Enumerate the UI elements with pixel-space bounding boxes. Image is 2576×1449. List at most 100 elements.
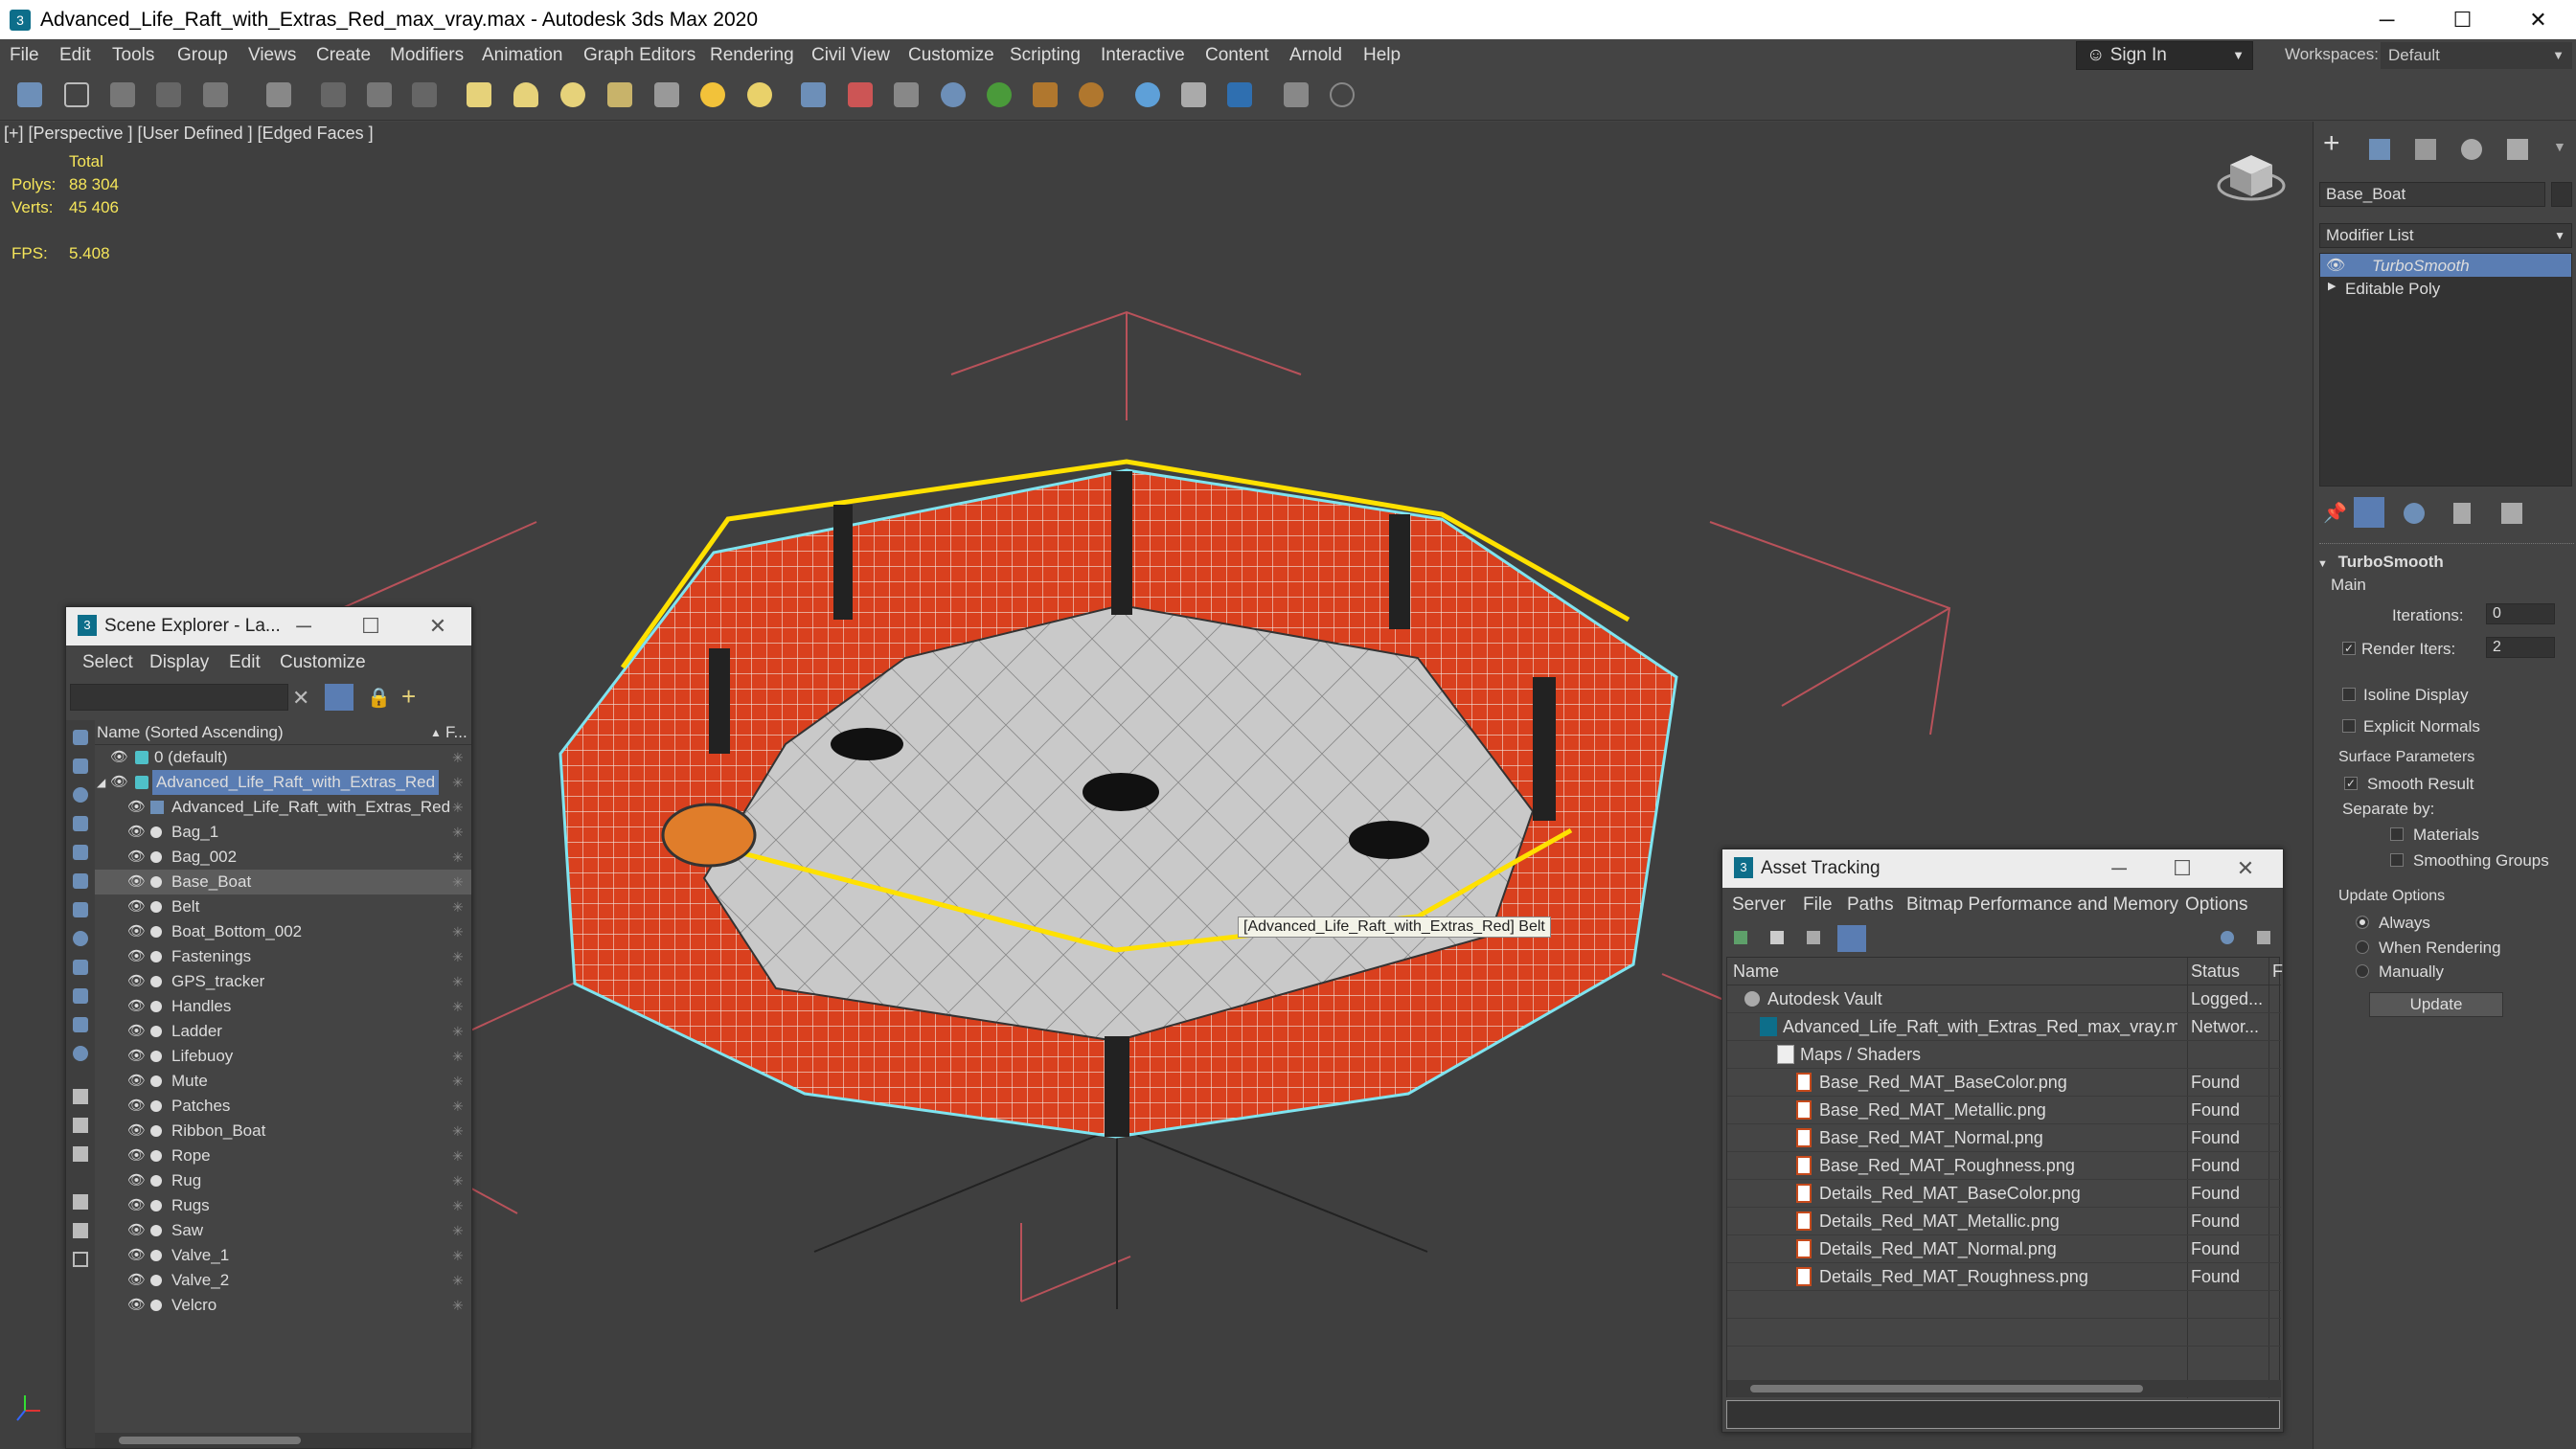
smoothing-groups-checkbox[interactable] [2390, 853, 2404, 867]
object-name-field[interactable]: Base_Boat [2319, 182, 2545, 207]
menu-modifiers[interactable]: Modifiers [390, 45, 464, 66]
se-row[interactable]: 👁 Patches ✳ [95, 1094, 471, 1119]
at-col-status[interactable]: Status [2191, 958, 2240, 985]
maximize-button[interactable]: ☐ [337, 607, 404, 645]
workspaces-select[interactable]: Default ▼ [2381, 42, 2572, 69]
freeze-icon[interactable]: ✳ [452, 770, 464, 795]
lock-icon[interactable]: 🔒 [367, 686, 391, 710]
freeze-icon[interactable]: ✳ [452, 1019, 464, 1044]
freeze-icon[interactable]: ✳ [452, 919, 464, 944]
create-cone-icon[interactable] [513, 82, 538, 107]
create-box-icon[interactable] [467, 82, 491, 107]
eye-icon[interactable]: 👁 [110, 745, 128, 770]
minimize-button[interactable]: ─ [2086, 849, 2153, 888]
expand-arrow-icon[interactable]: ▶ [2328, 280, 2336, 292]
minimize-button[interactable]: ─ [270, 607, 337, 645]
se-row[interactable]: 👁 Base_Boat ✳ [95, 870, 471, 894]
se-row[interactable]: 👁 Fastenings ✳ [95, 944, 471, 969]
at-row[interactable]: Advanced_Life_Raft_with_Extras_Red_max_v… [1727, 1013, 2281, 1041]
select-object-icon[interactable] [321, 82, 346, 107]
close-button[interactable]: ✕ [2212, 849, 2279, 888]
menu-tools[interactable]: Tools [112, 45, 154, 66]
display-cameras-icon[interactable] [73, 816, 88, 831]
vray-lights-icon[interactable] [1079, 82, 1104, 107]
make-unique-icon[interactable] [2404, 503, 2425, 524]
stack-item-turbosmooth[interactable]: 👁 TurboSmooth [2320, 254, 2571, 277]
at-row[interactable]: Details_Red_MAT_Normal.png Found [1727, 1235, 2281, 1263]
sign-in-dropdown[interactable]: ☺ Sign In ▼ [2076, 41, 2253, 70]
se-menu-display[interactable]: Display [149, 652, 209, 673]
rollout-turbosmooth[interactable]: ▼ TurboSmooth [2317, 553, 2572, 576]
environment-icon[interactable] [1135, 82, 1160, 107]
create-torus-icon[interactable] [607, 82, 632, 107]
asset-tracking-titlebar[interactable]: 3 Asset Tracking ─ ☐ ✕ [1722, 849, 2283, 888]
motion-tab-icon[interactable] [2461, 139, 2482, 160]
scrollbar-thumb[interactable] [1750, 1385, 2143, 1392]
expand-arrow-icon[interactable]: ◢ [97, 770, 105, 795]
eye-icon[interactable]: 👁 [127, 919, 146, 944]
eye-icon[interactable]: 👁 [127, 1168, 146, 1193]
se-name-column[interactable]: Name (Sorted Ascending) [97, 720, 284, 745]
bind-space-warp-icon[interactable] [203, 82, 228, 107]
unlink-icon[interactable] [156, 82, 181, 107]
freeze-icon[interactable]: ✳ [452, 894, 464, 919]
remove-modifier-icon[interactable] [2453, 503, 2471, 524]
freeze-icon[interactable]: ✳ [452, 1193, 464, 1218]
display-invert-icon[interactable] [73, 1146, 88, 1162]
manually-radio[interactable] [2356, 964, 2369, 978]
eye-icon[interactable]: 👁 [127, 1069, 146, 1094]
undo-icon[interactable] [17, 82, 42, 107]
display-geometry-icon[interactable] [73, 730, 88, 745]
eye-icon[interactable]: 👁 [127, 894, 146, 919]
menu-help[interactable]: Help [1363, 45, 1401, 66]
at-horizontal-scrollbar[interactable] [1727, 1380, 2281, 1397]
menu-edit[interactable]: Edit [59, 45, 91, 66]
se-row[interactable]: 👁 Saw ✳ [95, 1218, 471, 1243]
eye-icon[interactable]: 👁 [127, 944, 146, 969]
freeze-icon[interactable]: ✳ [452, 870, 464, 894]
display-all-icon[interactable] [73, 1089, 88, 1104]
se-row[interactable]: ◢ 👁 Advanced_Life_Raft_with_Extras_Red ✳ [95, 770, 471, 795]
menu-civil-view[interactable]: Civil View [811, 45, 890, 66]
close-button[interactable]: ✕ [404, 607, 471, 645]
se-freeze-column[interactable]: F... [445, 720, 467, 745]
create-pyramid-icon[interactable] [654, 82, 679, 107]
display-lights-icon[interactable] [73, 787, 88, 803]
menu-arnold[interactable]: Arnold [1289, 45, 1342, 66]
freeze-icon[interactable]: ✳ [452, 1243, 464, 1268]
display-xrefs-icon[interactable] [73, 931, 88, 946]
eye-icon[interactable]: 👁 [127, 1243, 146, 1268]
se-menu-customize[interactable]: Customize [280, 652, 366, 673]
vault-status-icon[interactable] [2221, 931, 2234, 944]
at-row[interactable]: Base_Red_MAT_Roughness.png Found [1727, 1152, 2281, 1180]
iterations-spinner[interactable]: 0 [2486, 603, 2555, 624]
menu-create[interactable]: Create [316, 45, 371, 66]
display-groups-icon[interactable] [73, 902, 88, 917]
se-row[interactable]: 👁 Mute ✳ [95, 1069, 471, 1094]
filter-funnel-icon[interactable] [73, 1223, 88, 1238]
eye-icon[interactable]: 👁 [127, 1094, 146, 1119]
tree-view-icon[interactable] [1807, 931, 1820, 944]
smooth-result-checkbox[interactable]: ✓ [2344, 777, 2358, 790]
display-shapes-icon[interactable] [73, 758, 88, 774]
show-end-result-icon[interactable] [2354, 497, 2384, 528]
material-editor-icon[interactable] [801, 82, 826, 107]
at-menu-file[interactable]: File [1803, 894, 1833, 916]
eye-icon[interactable]: 👁 [127, 1019, 146, 1044]
freeze-icon[interactable]: ✳ [452, 1168, 464, 1193]
se-row[interactable]: 👁 Lifebuoy ✳ [95, 1044, 471, 1069]
freeze-icon[interactable]: ✳ [452, 1293, 464, 1318]
freeze-icon[interactable]: ✳ [452, 795, 464, 820]
freeze-icon[interactable]: ✳ [452, 820, 464, 845]
rendered-frame-icon[interactable] [894, 82, 919, 107]
close-button[interactable]: ✕ [2500, 0, 2576, 39]
at-row[interactable]: Maps / Shaders [1727, 1041, 2281, 1069]
vray-frame-buffer-icon[interactable] [1033, 82, 1058, 107]
display-spacewarps-icon[interactable] [73, 873, 88, 889]
eye-icon[interactable]: 👁 [127, 994, 146, 1019]
eye-icon[interactable]: 👁 [127, 1143, 146, 1168]
menu-scripting[interactable]: Scripting [1010, 45, 1081, 66]
se-search-input[interactable] [70, 684, 288, 711]
eye-icon[interactable]: 👁 [127, 1268, 146, 1293]
settings-icon[interactable] [2257, 931, 2270, 944]
